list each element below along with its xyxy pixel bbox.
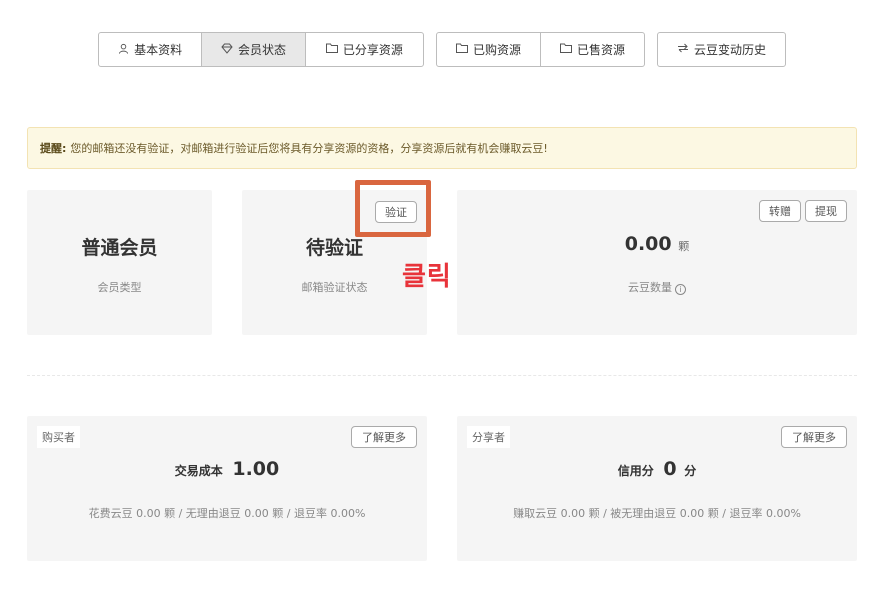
transfer-button[interactable]: 转赠: [759, 200, 801, 222]
bean-count-value: 0.00: [624, 233, 672, 255]
diamond-icon: [221, 43, 233, 57]
sharer-learn-more-button[interactable]: 了解更多: [781, 426, 847, 448]
tab-basic-info[interactable]: 基本资料: [99, 33, 203, 66]
user-icon: [118, 43, 129, 57]
withdraw-button[interactable]: 提现: [805, 200, 847, 222]
sharer-details: 赚取云豆 0.00 颗 / 被无理由退豆 0.00 颗 / 退豆率 0.00%: [513, 507, 801, 520]
member-type-card: 普通会员 会员类型: [27, 190, 212, 335]
tab-member-status-label: 会员状态: [238, 43, 287, 57]
tab-basic-info-label: 基本资料: [134, 43, 183, 57]
buyer-learn-more-button[interactable]: 了解更多: [351, 426, 417, 448]
sharer-metric-value: 0: [663, 458, 677, 480]
sharer-metric: 信用分 0 分: [457, 458, 857, 480]
click-annotation: 클릭: [402, 262, 452, 292]
email-status-card: 验证 待验证 邮箱验证状态: [242, 190, 427, 335]
sharer-metric-label: 信用分: [617, 464, 654, 478]
member-type-value: 普通会员: [81, 237, 158, 259]
folder-icon: [325, 43, 338, 56]
bean-count-unit: 颗: [678, 240, 690, 253]
folder-icon: [559, 43, 572, 56]
buyer-details: 花费云豆 0.00 颗 / 无理由退豆 0.00 颗 / 退豆率 0.00%: [88, 507, 366, 520]
sharer-metric-unit: 分: [684, 464, 697, 478]
bean-count-label: 云豆数量: [628, 281, 672, 294]
bean-count-label-row: 云豆数量 i: [457, 279, 857, 295]
email-verify-alert: 提醒: 您的邮箱还没有验证，对邮箱进行验证后您将具有分享资源的资格，分享资源后就…: [27, 127, 857, 169]
alert-label: 提醒:: [40, 142, 67, 155]
alert-text: 您的邮箱还没有验证，对邮箱进行验证后您将具有分享资源的资格，分享资源后就有机会赚…: [70, 142, 548, 155]
buyer-tag: 购买者: [37, 426, 80, 448]
email-status-label: 邮箱验证状态: [301, 281, 368, 294]
tab-group-profile: 基本资料 会员状态 已分享资源: [98, 32, 424, 67]
member-type-label: 会员类型: [97, 281, 142, 294]
tab-shared-resources[interactable]: 已分享资源: [306, 33, 423, 66]
bean-count: 0.00 颗: [457, 233, 857, 255]
tab-sold-resources-label: 已售资源: [576, 43, 625, 57]
section-divider: [27, 375, 857, 376]
tab-group-history: 云豆变动历史: [657, 32, 786, 67]
bean-count-card: 转赠 提现 0.00 颗 云豆数量 i: [457, 190, 857, 335]
info-icon[interactable]: i: [675, 284, 686, 295]
tab-shared-resources-label: 已分享资源: [342, 43, 403, 57]
buyer-card: 购买者 了解更多 交易成本 1.00 花费云豆 0.00 颗 / 无理由退豆 0…: [27, 416, 427, 561]
sharer-tag: 分享者: [467, 426, 510, 448]
verify-button[interactable]: 验证: [375, 201, 417, 223]
tab-bean-history[interactable]: 云豆变动历史: [658, 33, 785, 66]
email-status-value: 待验证: [305, 237, 363, 259]
tab-bean-history-label: 云豆变动历史: [693, 43, 766, 57]
tab-purchased-resources-label: 已购资源: [472, 43, 521, 57]
buyer-metric: 交易成本 1.00: [27, 458, 427, 480]
buyer-metric-label: 交易成本: [174, 464, 223, 478]
folder-icon: [455, 43, 468, 56]
tab-sold-resources[interactable]: 已售资源: [541, 33, 644, 66]
exchange-icon: [677, 43, 689, 56]
sharer-card: 分享者 了解更多 信用分 0 分 赚取云豆 0.00 颗 / 被无理由退豆 0.…: [457, 416, 857, 561]
tab-purchased-resources[interactable]: 已购资源: [437, 33, 541, 66]
tab-group-trade: 已购资源 已售资源: [436, 32, 645, 67]
buyer-metric-value: 1.00: [232, 458, 280, 480]
tab-member-status[interactable]: 会员状态: [202, 33, 306, 66]
